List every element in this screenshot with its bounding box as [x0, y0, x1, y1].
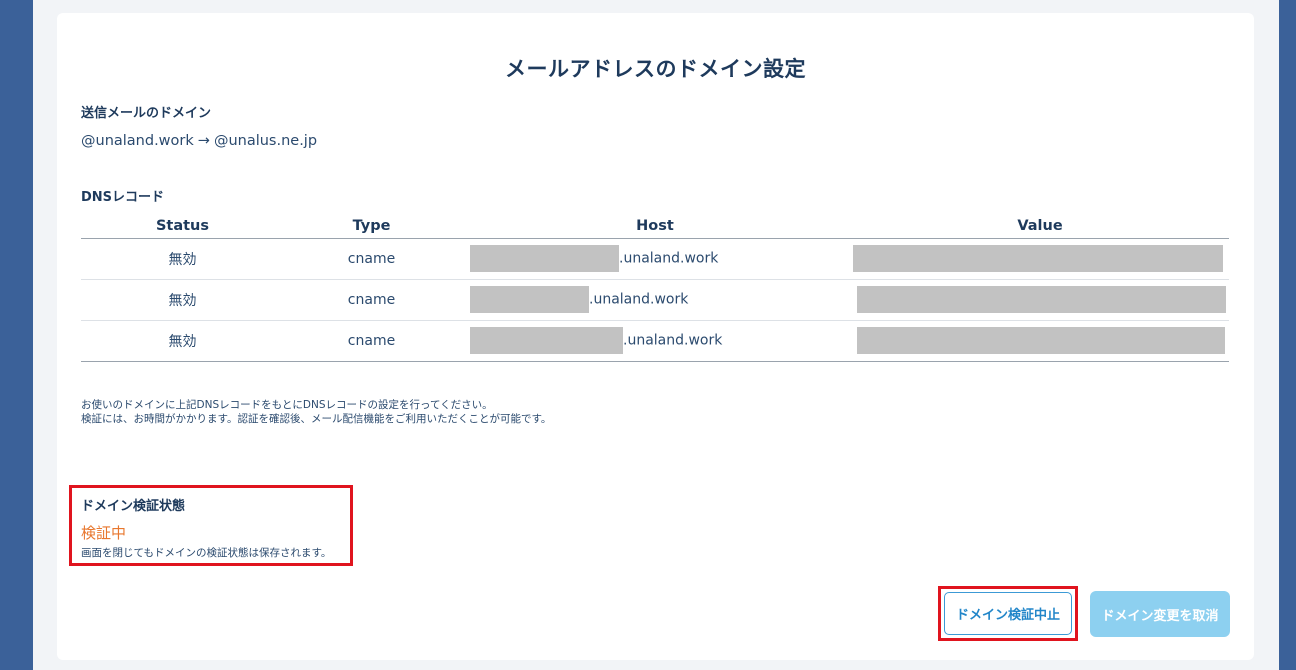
type-cell: cname — [284, 320, 459, 362]
host-suffix: .unaland.work — [589, 291, 689, 308]
stop-verification-highlight: ドメイン検証中止 — [938, 586, 1078, 641]
redacted-host-prefix — [470, 327, 623, 354]
dns-records-table: Status Type Host Value 無効 cname .unaland… — [81, 216, 1229, 362]
redacted-value — [856, 327, 1225, 354]
sender-domain-value: @unaland.work → @unalus.ne.jp — [81, 133, 317, 149]
type-cell: cname — [284, 238, 459, 280]
redacted-value — [853, 245, 1223, 272]
dns-records-label: DNSレコード — [81, 190, 165, 205]
instruction-line: 検証には、お時間がかかります。認証を確認後、メール配信機能をご利用いただくことが… — [81, 413, 552, 425]
sender-domain-label: 送信メールのドメイン — [81, 106, 212, 121]
status-cell: 無効 — [81, 238, 284, 280]
domain-settings-card: メールアドレスのドメイン設定 送信メールのドメイン @unaland.work →… — [57, 13, 1254, 660]
verification-status-label: ドメイン検証状態 — [81, 499, 186, 514]
verification-status-note: 画面を閉じてもドメインの検証状態は保存されます。 — [81, 547, 332, 559]
column-header-status: Status — [81, 216, 284, 239]
redacted-host-prefix — [470, 286, 589, 313]
table-row: 無効 cname .unaland.work — [81, 320, 1229, 362]
host-suffix: .unaland.work — [619, 250, 719, 267]
arrow-icon: → — [197, 133, 210, 149]
host-suffix: .unaland.work — [623, 332, 723, 349]
instruction-line: お使いのドメインに上記DNSレコードをもとにDNSレコードの設定を行ってください… — [81, 399, 493, 411]
host-cell: .unaland.work — [459, 279, 851, 321]
status-cell: 無効 — [81, 279, 284, 321]
verification-status-value: 検証中 — [81, 524, 127, 542]
type-cell: cname — [284, 279, 459, 321]
page-title: メールアドレスのドメイン設定 — [505, 57, 806, 81]
column-header-value: Value — [851, 216, 1229, 239]
value-cell — [851, 238, 1229, 280]
table-row: 無効 cname .unaland.work — [81, 279, 1229, 321]
value-cell — [851, 320, 1229, 362]
redacted-value — [856, 286, 1226, 313]
column-header-type: Type — [284, 216, 459, 239]
cancel-domain-change-button[interactable]: ドメイン変更を取消 — [1090, 591, 1230, 637]
value-cell — [851, 279, 1229, 321]
host-cell: .unaland.work — [459, 320, 851, 362]
domain-to: @unalus.ne.jp — [213, 133, 318, 149]
dns-instructions: お使いのドメインに上記DNSレコードをもとにDNSレコードの設定を行ってください… — [81, 398, 551, 426]
verification-status-box: ドメイン検証状態 検証中 画面を閉じてもドメインの検証状態は保存されます。 — [69, 485, 353, 566]
redacted-host-prefix — [470, 245, 619, 272]
column-header-host: Host — [459, 216, 851, 239]
table-row: 無効 cname .unaland.work — [81, 238, 1229, 280]
host-cell: .unaland.work — [459, 238, 851, 280]
table-header-row: Status Type Host Value — [81, 216, 1229, 239]
status-cell: 無効 — [81, 320, 284, 362]
stop-verification-button[interactable]: ドメイン検証中止 — [944, 592, 1072, 635]
domain-from: @unaland.work — [81, 133, 194, 149]
